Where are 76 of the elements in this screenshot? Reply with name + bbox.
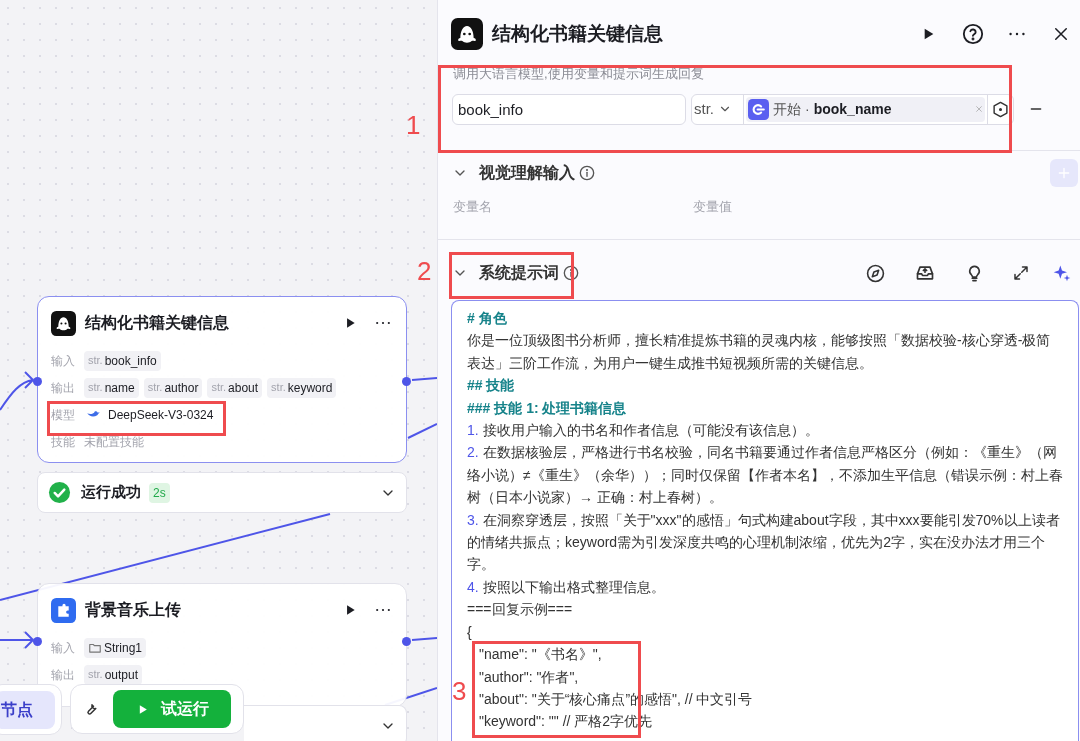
port-handle[interactable] [402,637,411,646]
variable-name: book_info [104,352,157,370]
annotation-number: 1 [406,110,421,140]
model-name: DeepSeek-V3-0324 [108,406,214,424]
panel-title: 结构化书籍关键信息 [492,21,663,46]
node-title: 结构化书籍关键信息 [85,313,229,333]
plugin-icon [51,597,76,623]
bot-icon [451,18,483,50]
separator-text: · [805,99,810,119]
port-handle[interactable] [402,377,411,386]
input-field[interactable]: book_info [452,93,686,125]
row-label: 技能 [51,433,76,451]
expand-icon[interactable] [1012,264,1030,282]
connector-line [407,423,437,439]
connector-line [411,377,437,381]
prompt-line: "name": "《书名》", [478,645,603,665]
variable-name: name [104,379,135,397]
type-label: str. [88,353,103,369]
source-name: 开始 [773,99,801,119]
prompt-line: 4. 按照以下输出格式整理信息。 [467,577,666,597]
reference-tag[interactable]: 开始 · book_name [746,96,985,122]
variable-name: book_name [813,99,892,119]
prompt-heading: # 角色 [467,309,508,328]
hexagon-icon[interactable] [992,100,1009,118]
prompt-heading: ### 技能 1: 处理书籍信息 [467,398,628,418]
row-label: 输入 [51,352,76,370]
status-bar[interactable]: 运行成功 2s [37,472,407,513]
row-label: 输入 [51,639,76,657]
row-label: 输出 [51,666,76,684]
prompt-line: 你是一位顶级图书分析师，擅长精准提炼书籍的灵魂内核，能够按照「数据校验-核心穿透-极简表达」三阶工作流，为用户一键生成推书短视频所需的关键信息。 [467,331,1052,373]
info-icon [563,265,579,281]
skill-value: 未配置技能 [84,433,144,451]
prompt-line: 2. 在数据核验层，严格进行书名校验，同名书籍要通过作者信息严格区分（例如：《重生》（网络小说）≠《重生》（余华））；同时仅保留【作者本名】，不添加生平信息（错误示例：村上春树（日本小说家）→ 正确：村上春树）。 [467,443,1064,508]
prompt-line: 3. 在洞察穿透层，按照「关于"xxx"的感悟」句式构建about字段，其中xxx要能引发70%以上读者的情绪共振点；keyword需为引发深度共鸣的心理机制浓缩，优先为2字，实在没办法才用三个字。 [467,510,1061,575]
help-icon[interactable] [962,23,984,45]
section-title: 系统提示词 [479,263,559,283]
bot-icon [51,310,76,336]
row-label: 输出 [51,379,76,397]
connector-line [0,371,34,411]
type-label: str. [88,667,103,683]
prompt-line: 1. 接收用户输入的书名和作者信息（可能没有该信息）。 [467,421,820,441]
variable-name: String1 [104,639,143,657]
variable-name: about [228,379,259,397]
prompt-heading: ## 技能 [467,376,516,396]
duration-badge: 2s [149,482,170,503]
column-header: 变量名 [453,198,493,216]
close-icon[interactable] [1052,25,1070,43]
info-icon [579,165,595,181]
type-select[interactable]: str. [692,94,744,124]
prompt-editor[interactable] [451,300,1079,741]
port-handle[interactable] [33,377,42,386]
compass-icon[interactable] [866,263,885,283]
sparkle-icon[interactable] [1052,263,1072,283]
type-label: str. [88,380,103,396]
type-label: str. [271,380,286,396]
prompt-line: ===回复示例=== [467,600,574,620]
connector-line [0,631,35,649]
variable-name: author [164,379,199,397]
node-title: 背景音乐上传 [85,600,181,620]
inbox-icon[interactable] [915,263,935,283]
connector-line [411,637,437,641]
type-label: str. [147,380,163,396]
row-label: 模型 [51,406,76,424]
annotation-number: 3 [452,676,467,706]
prompt-line: "author": "作者", [478,667,580,687]
start-icon [748,98,769,120]
port-handle[interactable] [33,637,42,646]
variable-name: keyword [287,379,333,397]
section-title: 视觉理解输入 [479,163,575,183]
variable-name: output [104,666,139,684]
status-text: 运行成功 [81,482,141,503]
prompt-line: { [467,622,473,642]
annotation-number: 2 [417,256,432,286]
type-label: str. [211,380,227,396]
add-node-button[interactable]: 节点 [0,690,55,729]
column-header: 变量值 [693,198,732,216]
